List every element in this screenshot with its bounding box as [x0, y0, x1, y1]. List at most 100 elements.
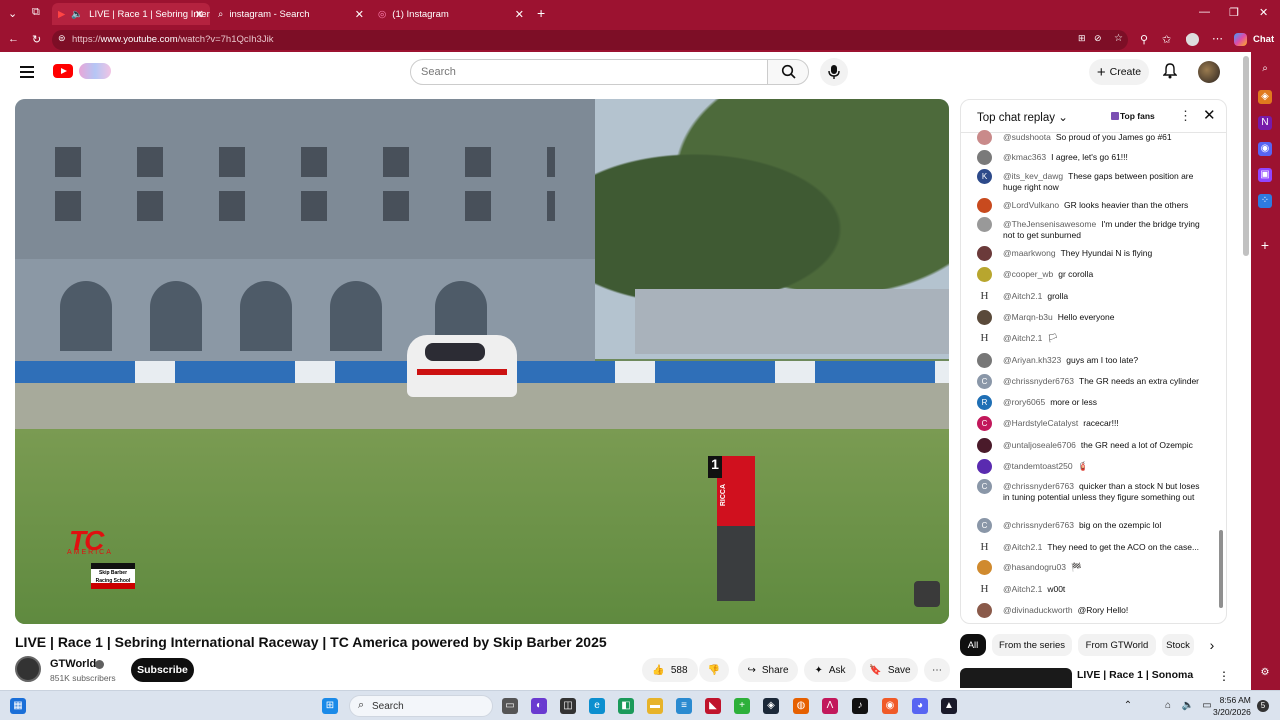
recommendation-thumbnail[interactable]	[960, 668, 1072, 688]
chat-author-avatar[interactable]: R	[977, 395, 992, 410]
app-green-icon[interactable]: ◧	[618, 698, 634, 714]
tab-close-icon[interactable]: ✕	[515, 8, 524, 21]
chat-author-avatar[interactable]: C	[977, 479, 992, 494]
chat-author-name[interactable]: @Aitch2.1	[1003, 584, 1042, 594]
chat-author-name[interactable]: @LordVulkano	[1003, 200, 1059, 210]
chat-author-name[interactable]: @divinaduckworth	[1003, 605, 1073, 615]
chat-author-name[interactable]: @untaljoseale6706	[1003, 440, 1076, 450]
app-plus-icon[interactable]: +	[734, 698, 750, 714]
chat-author-name[interactable]: @hasandogru03	[1003, 562, 1066, 572]
favorite-star-icon[interactable]: ☆	[1114, 33, 1123, 44]
profile-icon[interactable]	[1186, 33, 1199, 46]
chat-author-name[interactable]: @cooper_wb	[1003, 269, 1053, 279]
workspaces-icon[interactable]: ⧉	[32, 6, 40, 19]
top-fans-button[interactable]: Top fans	[1120, 111, 1155, 121]
chat-author-name[interactable]: @TheJensenisawesome	[1003, 219, 1096, 229]
tiktok-icon[interactable]: ♪	[852, 698, 868, 714]
chat-author-avatar[interactable]	[977, 246, 992, 261]
create-button[interactable]: + Create	[1089, 59, 1149, 85]
sidebar-onenote-icon[interactable]: N	[1258, 116, 1272, 130]
minimize-icon[interactable]: —	[1199, 6, 1210, 18]
chat-author-avatar[interactable]	[977, 459, 992, 474]
chat-author-name[interactable]: @Marqn-b3u	[1003, 312, 1053, 322]
chat-author-avatar[interactable]: C	[977, 518, 992, 533]
task-view-icon[interactable]: ▭	[502, 698, 518, 714]
recommendation-title[interactable]: LIVE | Race 1 | Sonoma	[1077, 669, 1193, 681]
meet-icon[interactable]: ◐	[531, 698, 547, 714]
chips-next-icon[interactable]: ›	[1202, 634, 1222, 656]
chat-author-avatar[interactable]	[977, 310, 992, 325]
chat-author-avatar[interactable]: C	[977, 416, 992, 431]
ask-button[interactable]: ✦ Ask	[804, 658, 856, 682]
chat-author-avatar[interactable]	[977, 130, 992, 145]
channel-name[interactable]: GTWorld	[50, 658, 96, 670]
tab-close-icon[interactable]: ✕	[195, 8, 204, 21]
chat-label[interactable]: Chat	[1253, 34, 1274, 45]
chat-author-name[interactable]: @its_kev_dawg	[1003, 171, 1063, 181]
chat-author-avatar[interactable]	[977, 217, 992, 232]
recommendation-more-icon[interactable]: ⋮	[1218, 669, 1230, 683]
youtube-doodle[interactable]	[79, 63, 111, 79]
sidebar-add-icon[interactable]: +	[1258, 238, 1272, 252]
windows-start-icon[interactable]: ⊞	[322, 698, 338, 714]
tracking-prevention-icon[interactable]: ⊘	[1094, 33, 1102, 44]
chat-more-icon[interactable]: ⋮	[1179, 108, 1192, 124]
new-tab-icon[interactable]: +	[537, 5, 545, 21]
tab-instagram-search[interactable]: ⌕ instagram - Search ✕	[212, 3, 370, 25]
page-scrollbar[interactable]	[1243, 56, 1249, 256]
more-actions-button[interactable]: ⋯	[924, 658, 950, 682]
discord-icon[interactable]: ◕	[912, 698, 928, 714]
chat-author-name[interactable]: @sudshoota	[1003, 132, 1051, 142]
chat-close-icon[interactable]: ✕	[1203, 106, 1216, 124]
app-magenta-icon[interactable]: Λ	[822, 698, 838, 714]
notepad-icon[interactable]: ≡	[676, 698, 692, 714]
like-button[interactable]: 👍 588	[642, 658, 698, 682]
chip-from-series[interactable]: From the series	[992, 634, 1072, 656]
app-available-icon[interactable]: ⊞	[1078, 33, 1086, 44]
tab-instagram[interactable]: ◎ (1) Instagram ✕	[372, 3, 530, 25]
maximize-icon[interactable]: ❐	[1229, 6, 1239, 19]
app-red-icon[interactable]: ◣	[705, 698, 721, 714]
chat-author-name[interactable]: @rory6065	[1003, 397, 1045, 407]
chat-author-name[interactable]: @HardstyleCatalyst	[1003, 418, 1078, 428]
chip-from-gtworld[interactable]: From GTWorld	[1078, 634, 1156, 656]
chat-author-name[interactable]: @kmac363	[1003, 152, 1046, 162]
chat-author-name[interactable]: @chrissnyder6763	[1003, 520, 1074, 530]
sidebar-settings-icon[interactable]: ⚙	[1258, 666, 1272, 680]
chat-author-name[interactable]: @Aitch2.1	[1003, 333, 1042, 343]
sidebar-twitch-icon[interactable]: ▣	[1258, 168, 1272, 182]
save-button[interactable]: 🔖 Save	[862, 658, 918, 682]
channel-avatar[interactable]	[15, 656, 41, 682]
tray-chevron-icon[interactable]: ⌃	[1120, 698, 1136, 714]
taskbar-clock[interactable]: 8:56 AM 3/20/2026	[1213, 694, 1251, 718]
copilot-icon[interactable]	[1234, 33, 1247, 46]
file-explorer-icon[interactable]: ▬	[647, 698, 663, 714]
chat-author-avatar[interactable]: H	[977, 540, 992, 555]
chat-author-avatar[interactable]	[977, 438, 992, 453]
sidebar-search-icon[interactable]: ⌕	[1258, 62, 1272, 76]
chat-author-avatar[interactable]: H	[977, 582, 992, 597]
taskbar-search[interactable]: ⌕ Search	[349, 695, 493, 717]
tab-youtube-live[interactable]: ▶ 🔈 LIVE | Race 1 | Sebring Interna ✕	[52, 3, 210, 25]
dislike-button[interactable]: 👎	[699, 658, 729, 682]
app-orange-icon[interactable]: ◉	[882, 698, 898, 714]
search-button[interactable]	[767, 59, 809, 85]
favorites-icon[interactable]: ✩	[1162, 33, 1171, 46]
back-icon[interactable]: ←	[8, 33, 19, 45]
volume-icon[interactable]: 🔈	[1180, 698, 1196, 714]
store-icon[interactable]: ◫	[560, 698, 576, 714]
chat-author-avatar[interactable]	[977, 198, 992, 213]
sidebar-shopping-icon[interactable]: ◈	[1258, 90, 1272, 104]
chat-author-name[interactable]: @Ariyan.kh323	[1003, 355, 1061, 365]
voice-search-button[interactable]	[820, 58, 848, 86]
site-info-icon[interactable]: ⊜	[58, 33, 66, 44]
notifications-bell-icon[interactable]	[1162, 63, 1178, 82]
app-dark-icon[interactable]: ▲	[941, 698, 957, 714]
account-avatar[interactable]	[1198, 61, 1220, 83]
chat-author-name[interactable]: @Aitch2.1	[1003, 542, 1042, 552]
edge-icon[interactable]: e	[589, 698, 605, 714]
sidebar-discord-icon[interactable]: ◉	[1258, 142, 1272, 156]
tab-list-icon[interactable]: ⌄	[8, 7, 17, 20]
firefox-icon[interactable]: ◍	[793, 698, 809, 714]
chip-all[interactable]: All	[960, 634, 986, 656]
